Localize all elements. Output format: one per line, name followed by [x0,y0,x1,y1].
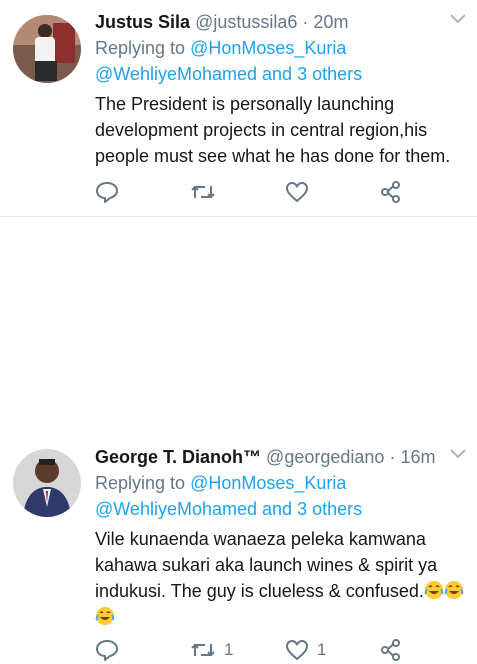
tweet-actions [95,178,417,206]
tweet-header: Justus Sila @justussila6 · 20m [95,9,467,35]
retweet-button[interactable]: 1 [190,640,233,660]
share-button[interactable] [380,639,402,661]
others-link[interactable]: and 3 others [262,64,362,84]
tweet-text: Vile kunaenda wanaeza peleka kamwana kah… [95,526,467,630]
timestamp[interactable]: 16m [400,447,435,467]
like-button[interactable]: 1 [285,639,326,661]
replying-prefix: Replying to [95,473,186,493]
tweet-text-fragment: indukusi. The guy is clueless & confused… [95,581,424,601]
tweet-body: George T. Dianoh™ @georgediano · 16m Rep… [95,444,467,630]
others-link[interactable]: and 3 others [262,499,362,519]
chevron-down-icon[interactable] [449,12,467,30]
tweet-text-line: people must see what he has done for the… [95,146,451,166]
reply-button[interactable] [95,181,127,203]
retweet-icon [190,182,216,202]
avatar[interactable] [13,15,81,83]
mention-link[interactable]: @HonMoses_Kuria [190,473,346,493]
tweet[interactable]: George T. Dianoh™ @georgediano · 16m Rep… [0,217,477,661]
tears-of-joy-emoji-icon [95,607,115,627]
retweet-count: 1 [224,640,234,659]
mention-link[interactable]: @WehliyeMohamed [95,499,257,519]
share-icon [380,181,402,203]
reply-icon [95,181,119,203]
heart-icon [285,639,309,661]
tweet-text: The President is personally launching de… [95,91,467,169]
tweet[interactable]: Justus Sila @justussila6 · 20m Replying … [0,0,477,217]
user-handle[interactable]: @georgediano [266,447,384,467]
separator: · [302,12,309,32]
user-name[interactable]: Justus Sila [95,12,190,32]
replying-to-cont: @WehliyeMohamed and 3 others [95,496,467,522]
timestamp[interactable]: 20m [313,12,348,32]
tweet-body: Justus Sila @justussila6 · 20m Replying … [95,9,467,169]
replying-to: Replying to @HonMoses_Kuria [95,35,467,61]
separator: · [389,447,396,467]
replying-prefix: Replying to [95,38,186,58]
mention-link[interactable]: @HonMoses_Kuria [190,38,346,58]
replying-to: Replying to @HonMoses_Kuria [95,470,467,496]
heart-icon [285,181,309,203]
tears-of-joy-emoji-icon [444,581,464,601]
retweet-button[interactable] [190,182,224,202]
retweet-icon [190,640,216,660]
tweet-text-line [95,604,467,630]
tweet-text-line: kahawa sukari aka launch wines & spirit … [95,555,438,575]
reply-icon [95,639,119,661]
tweet-text-line: indukusi. The guy is clueless & confused… [95,578,467,604]
user-name[interactable]: George T. Dianoh™ [95,447,261,467]
share-icon [380,639,402,661]
mention-link[interactable]: @WehliyeMohamed [95,64,257,84]
like-count: 1 [317,640,327,659]
tweet-text-line: development projects in central region,h… [95,120,428,140]
avatar[interactable] [13,449,81,517]
replying-to-cont: @WehliyeMohamed and 3 others [95,61,467,87]
reply-button[interactable] [95,639,127,661]
tweet-header: George T. Dianoh™ @georgediano · 16m [95,444,467,470]
share-button[interactable] [380,181,402,203]
tears-of-joy-emoji-icon [424,581,444,601]
tweet-text-line: The President is personally launching [95,94,395,114]
tweet-text-line: Vile kunaenda wanaeza peleka kamwana [95,529,426,549]
tweet-actions: 1 1 [95,636,417,664]
like-button[interactable] [285,181,317,203]
user-handle[interactable]: @justussila6 [195,12,297,32]
chevron-down-icon[interactable] [449,447,467,465]
